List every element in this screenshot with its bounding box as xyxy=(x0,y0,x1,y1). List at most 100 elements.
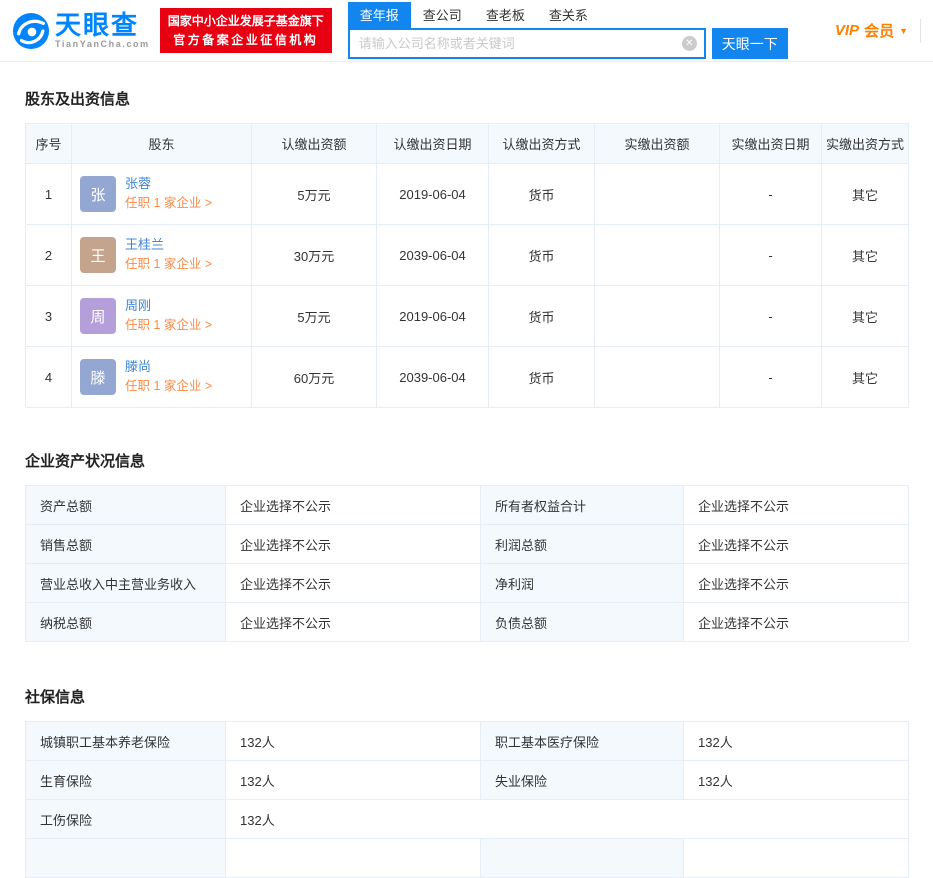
cell-paid-date: - xyxy=(720,164,822,225)
col-subscribed-date: 认缴出资日期 xyxy=(377,124,489,164)
cell-paid-date: - xyxy=(720,286,822,347)
search-input[interactable] xyxy=(348,28,706,59)
avatar: 王 xyxy=(80,237,116,273)
top-header: 天眼查 TianYanCha.com 国家中小企业发展子基金旗下 官方备案企业征… xyxy=(0,0,933,62)
cell-paid-amount xyxy=(595,347,720,408)
cell-paid-method: 其它 xyxy=(822,347,909,408)
asset-value: 企业选择不公示 xyxy=(226,486,481,525)
vip-label-en: VIP xyxy=(835,22,859,39)
shareholder-employment-link[interactable]: 任职 1 家企业 > xyxy=(125,379,212,393)
asset-label: 纳税总额 xyxy=(26,603,226,642)
insurance-value: 132人 xyxy=(684,722,909,761)
cell-index: 4 xyxy=(26,347,72,408)
col-shareholder: 股东 xyxy=(72,124,252,164)
tab-relations[interactable]: 查关系 xyxy=(537,2,600,28)
col-index: 序号 xyxy=(26,124,72,164)
tab-company[interactable]: 查公司 xyxy=(411,2,474,28)
tianyancha-logo-icon xyxy=(12,12,50,50)
cell-index: 2 xyxy=(26,225,72,286)
section-title-assets: 企业资产状况信息 xyxy=(25,450,908,471)
insurance-label: 失业保险 xyxy=(481,761,684,800)
search-block: 查年报 查公司 查老板 查关系 ✕ 天眼一下 xyxy=(348,2,788,59)
table-row-cutoff xyxy=(26,839,909,878)
search-button[interactable]: 天眼一下 xyxy=(712,28,788,59)
cell-subscribed-amount: 30万元 xyxy=(252,225,377,286)
cell-paid-amount xyxy=(595,286,720,347)
tab-annual-report[interactable]: 查年报 xyxy=(348,2,411,28)
insurance-label: 工伤保险 xyxy=(26,800,226,839)
cell-shareholder: 张 张蓉 任职 1 家企业 > xyxy=(72,164,252,225)
table-row: 2 王 王桂兰 任职 1 家企业 > 30万元 2039-06-04 货币 - … xyxy=(26,225,909,286)
col-paid-date: 实缴出资日期 xyxy=(720,124,822,164)
shareholder-employment-link[interactable]: 任职 1 家企业 > xyxy=(125,318,212,332)
table-row: 生育保险 132人 失业保险 132人 xyxy=(26,761,909,800)
avatar: 张 xyxy=(80,176,116,212)
table-row: 3 周 周刚 任职 1 家企业 > 5万元 2019-06-04 货币 - 其它 xyxy=(26,286,909,347)
chevron-down-icon: ▼ xyxy=(899,26,908,36)
table-row: 城镇职工基本养老保险 132人 职工基本医疗保险 132人 xyxy=(26,722,909,761)
shareholder-name-link[interactable]: 滕尚 xyxy=(125,360,212,375)
avatar: 滕 xyxy=(80,359,116,395)
vip-member-menu[interactable]: VIP 会员 ▼ xyxy=(835,20,908,41)
asset-value: 企业选择不公示 xyxy=(684,603,909,642)
tianyancha-logo[interactable]: 天眼查 TianYanCha.com xyxy=(12,12,150,50)
header-edge-divider xyxy=(920,19,921,43)
insurance-value: 132人 xyxy=(226,761,481,800)
tab-boss[interactable]: 查老板 xyxy=(474,2,537,28)
cell-subscribed-method: 货币 xyxy=(489,347,595,408)
vip-label-cn: 会员 xyxy=(864,20,894,41)
shareholder-name-link[interactable]: 周刚 xyxy=(125,299,212,314)
logo-domain-text: TianYanCha.com xyxy=(55,40,150,49)
asset-label: 资产总额 xyxy=(26,486,226,525)
cell-subscribed-amount: 60万元 xyxy=(252,347,377,408)
shareholders-table: 序号 股东 认缴出资额 认缴出资日期 认缴出资方式 实缴出资额 实缴出资日期 实… xyxy=(25,123,909,408)
insurance-label xyxy=(481,839,684,878)
asset-label: 营业总收入中主营业务收入 xyxy=(26,564,226,603)
table-row: 工伤保险 132人 xyxy=(26,800,909,839)
badge-line2: 官方备案企业征信机构 xyxy=(168,31,324,50)
shareholder-name-link[interactable]: 张蓉 xyxy=(125,177,212,192)
cell-paid-method: 其它 xyxy=(822,286,909,347)
asset-label: 净利润 xyxy=(481,564,684,603)
cell-subscribed-date: 2019-06-04 xyxy=(377,164,489,225)
asset-value: 企业选择不公示 xyxy=(226,525,481,564)
cell-paid-method: 其它 xyxy=(822,225,909,286)
insurance-label: 生育保险 xyxy=(26,761,226,800)
clear-icon[interactable]: ✕ xyxy=(682,36,697,51)
badge-line1: 国家中小企业发展子基金旗下 xyxy=(168,12,324,31)
cell-shareholder: 周 周刚 任职 1 家企业 > xyxy=(72,286,252,347)
table-row: 1 张 张蓉 任职 1 家企业 > 5万元 2019-06-04 货币 - 其它 xyxy=(26,164,909,225)
col-paid-method: 实缴出资方式 xyxy=(822,124,909,164)
insurance-value xyxy=(226,839,481,878)
asset-label: 利润总额 xyxy=(481,525,684,564)
asset-value: 企业选择不公示 xyxy=(226,603,481,642)
shareholder-employment-link[interactable]: 任职 1 家企业 > xyxy=(125,196,212,210)
cell-paid-amount xyxy=(595,164,720,225)
table-row: 销售总额 企业选择不公示 利润总额 企业选择不公示 xyxy=(26,525,909,564)
table-row: 4 滕 滕尚 任职 1 家企业 > 60万元 2039-06-04 货币 - 其… xyxy=(26,347,909,408)
logo-brand-text: 天眼查 xyxy=(55,12,150,38)
report-content: 股东及出资信息 序号 股东 认缴出资额 认缴出资日期 认缴出资方式 实缴出资额 … xyxy=(0,88,933,878)
asset-label: 所有者权益合计 xyxy=(481,486,684,525)
cell-shareholder: 滕 滕尚 任职 1 家企业 > xyxy=(72,347,252,408)
cell-subscribed-method: 货币 xyxy=(489,286,595,347)
table-row: 纳税总额 企业选择不公示 负债总额 企业选择不公示 xyxy=(26,603,909,642)
cell-subscribed-amount: 5万元 xyxy=(252,164,377,225)
cell-index: 3 xyxy=(26,286,72,347)
shareholders-header-row: 序号 股东 认缴出资额 认缴出资日期 认缴出资方式 实缴出资额 实缴出资日期 实… xyxy=(26,124,909,164)
assets-table: 资产总额 企业选择不公示 所有者权益合计 企业选择不公示 销售总额 企业选择不公… xyxy=(25,485,909,642)
cell-subscribed-amount: 5万元 xyxy=(252,286,377,347)
shareholder-name-link[interactable]: 王桂兰 xyxy=(125,238,212,253)
insurance-label: 职工基本医疗保险 xyxy=(481,722,684,761)
cell-paid-amount xyxy=(595,225,720,286)
social-insurance-table: 城镇职工基本养老保险 132人 职工基本医疗保险 132人 生育保险 132人 … xyxy=(25,721,909,878)
insurance-value: 132人 xyxy=(226,800,909,839)
search-tabs: 查年报 查公司 查老板 查关系 xyxy=(348,2,788,28)
col-subscribed-method: 认缴出资方式 xyxy=(489,124,595,164)
shareholder-employment-link[interactable]: 任职 1 家企业 > xyxy=(125,257,212,271)
asset-label: 销售总额 xyxy=(26,525,226,564)
insurance-value: 132人 xyxy=(226,722,481,761)
insurance-label xyxy=(26,839,226,878)
cell-paid-date: - xyxy=(720,225,822,286)
table-row: 资产总额 企业选择不公示 所有者权益合计 企业选择不公示 xyxy=(26,486,909,525)
